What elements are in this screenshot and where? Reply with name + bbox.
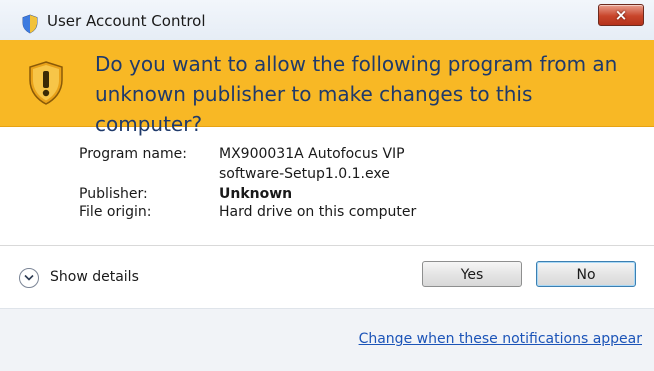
title-bar: User Account Control × [0,0,654,41]
close-button[interactable]: × [598,4,644,26]
warning-banner: Do you want to allow the following progr… [0,40,654,136]
publisher-label: Publisher: [79,186,148,202]
file-origin-label: File origin: [79,204,152,220]
yes-button[interactable]: Yes [422,261,522,287]
show-details-label: Show details [50,269,139,285]
chevron-down-icon [19,268,39,288]
footer: Change when these notifications appear [0,309,654,371]
window-title: User Account Control [47,12,206,30]
program-name-value-line2: software-Setup1.0.1.exe [219,166,390,182]
close-icon: × [614,6,628,24]
program-name-value-line1: MX900031A Autofocus VIP [219,146,405,162]
uac-shield-icon [22,14,38,34]
program-name-label: Program name: [79,146,187,162]
file-origin-value: Hard drive on this computer [219,204,417,220]
banner-line-2: unknown publisher to make changes to thi… [95,82,533,136]
warning-shield-icon [29,61,63,105]
notification-settings-link[interactable]: Change when these notifications appear [359,331,642,347]
no-button[interactable]: No [536,261,636,287]
banner-line-1: Do you want to allow the following progr… [95,52,618,76]
banner-message: Do you want to allow the following progr… [95,49,640,139]
publisher-value: Unknown [219,186,293,202]
action-bar: Show details Yes No [0,246,654,308]
uac-dialog: User Account Control × Do you want to al… [0,0,654,371]
